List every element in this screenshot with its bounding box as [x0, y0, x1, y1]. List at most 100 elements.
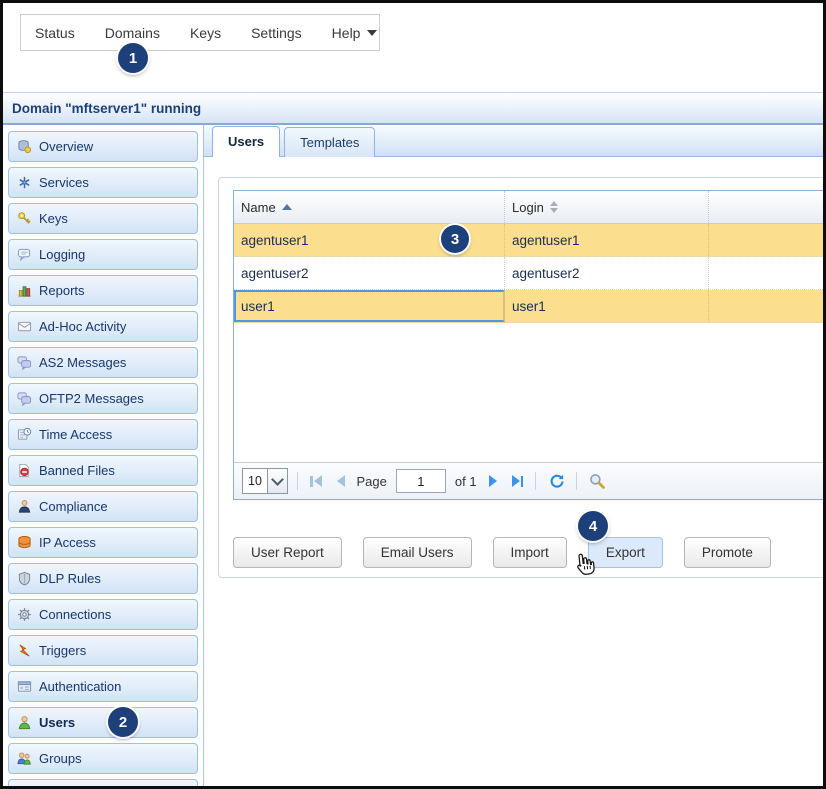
sidebar-item-overview[interactable]: Overview: [8, 131, 198, 162]
import-button[interactable]: Import: [493, 537, 567, 568]
sidebar-item-as2-messages[interactable]: AS2 Messages: [8, 347, 198, 378]
user-report-button[interactable]: User Report: [233, 537, 342, 568]
page-size-value: 10: [243, 469, 267, 493]
sidebar-item-ip-access[interactable]: IP Access: [8, 527, 198, 558]
column-header-login-label: Login: [512, 200, 544, 215]
cell-login: agentuser2: [505, 257, 709, 289]
table-row-agentuser1[interactable]: agentuser1agentuser1: [234, 224, 826, 257]
table-row-user1[interactable]: user1user1: [234, 290, 826, 323]
column-header-login[interactable]: Login: [505, 191, 709, 223]
chevron-down-icon: [367, 30, 377, 36]
sidebar-item-authentication[interactable]: Authentication: [8, 671, 198, 702]
sidebar-item-label: Reports: [39, 283, 85, 298]
sidebar-item-oftp2-messages[interactable]: OFTP2 Messages: [8, 383, 198, 414]
page-size-select[interactable]: 10: [242, 468, 288, 494]
sidebar-item-services[interactable]: Services: [8, 167, 198, 198]
sidebar-item-label: Logging: [39, 247, 85, 262]
card-icon: [16, 679, 32, 695]
sidebar-item-label: Compliance: [39, 499, 108, 514]
menu-item-label: Help: [332, 25, 361, 41]
bar-chart-icon: [16, 283, 32, 299]
sidebar-item-label: DLP Rules: [39, 571, 101, 586]
sidebar-item-label: OFTP2 Messages: [39, 391, 144, 406]
sidebar-item-label: Time Access: [39, 427, 112, 442]
domain-status-title: Domain "mftserver1" running: [12, 101, 201, 116]
key-icon: [16, 211, 32, 227]
sidebar-item-triggers[interactable]: Triggers: [8, 635, 198, 666]
sidebar-item-dlp-rules[interactable]: DLP Rules: [8, 563, 198, 594]
menu-item-label: Settings: [251, 25, 302, 41]
tab-templates[interactable]: Templates: [284, 127, 375, 157]
sidebar-item-compliance[interactable]: Compliance: [8, 491, 198, 522]
column-header-empty: [709, 191, 826, 223]
sidebar-item-label: Banned Files: [39, 463, 115, 478]
toolbar-separator: [297, 472, 298, 490]
top-menu-bar: Status Domains Keys Settings Help: [20, 14, 380, 51]
orange-database-icon: [16, 535, 32, 551]
refresh-icon[interactable]: [545, 470, 567, 492]
table-header-row: Name Login: [234, 191, 826, 224]
chat-bubbles-icon: [16, 355, 32, 371]
tab-users[interactable]: Users: [212, 126, 280, 157]
user-icon: [16, 715, 32, 731]
menu-item-help[interactable]: Help: [332, 25, 378, 41]
menu-item-status[interactable]: Status: [35, 25, 75, 41]
page-label: Page: [357, 474, 387, 489]
cell-empty: [709, 224, 826, 256]
callout-badge-4: 4: [578, 511, 608, 541]
hand-cursor-icon: [570, 550, 600, 587]
column-header-name[interactable]: Name: [234, 191, 505, 223]
next-page-button[interactable]: [486, 472, 500, 490]
shield-icon: [16, 571, 32, 587]
sidebar-item-time-access[interactable]: Time Access: [8, 419, 198, 450]
table-row-agentuser2[interactable]: agentuser2agentuser2: [234, 257, 826, 290]
sidebar-item-logging[interactable]: Logging: [8, 239, 198, 270]
toolbar-separator: [576, 472, 577, 490]
callout-badge-3: 3: [441, 225, 469, 253]
sort-both-icon: [550, 201, 558, 213]
sidebar-item-partial[interactable]: [8, 779, 198, 786]
sidebar-item-groups[interactable]: Groups: [8, 743, 198, 774]
chevron-down-icon: [267, 469, 287, 493]
last-page-button[interactable]: [509, 472, 527, 490]
page-count-label: of 1: [455, 474, 477, 489]
sidebar-item-label: Keys: [39, 211, 68, 226]
previous-page-button[interactable]: [334, 472, 348, 490]
gear-icon: [16, 607, 32, 623]
action-buttons-row: User Report Email Users Import Export Promot…: [233, 537, 771, 568]
pagination-toolbar: 10 Page of 1: [234, 462, 826, 499]
menu-item-label: Domains: [105, 25, 160, 41]
sidebar-item-banned-files[interactable]: Banned Files: [8, 455, 198, 486]
sidebar-item-label: Connections: [39, 607, 111, 622]
sidebar-item-label: Overview: [39, 139, 93, 154]
sidebar-item-users[interactable]: Users: [8, 707, 198, 738]
email-users-button[interactable]: Email Users: [363, 537, 472, 568]
cell-empty: [709, 290, 826, 322]
search-icon[interactable]: [586, 470, 608, 492]
sidebar-item-label: Ad-Hoc Activity: [39, 319, 126, 334]
sidebar-item-label: AS2 Messages: [39, 355, 126, 370]
menu-item-settings[interactable]: Settings: [251, 25, 302, 41]
sidebar-item-keys[interactable]: Keys: [8, 203, 198, 234]
callout-badge-2: 2: [108, 707, 138, 737]
sidebar-item-label: Services: [39, 175, 89, 190]
domain-status-header: Domain "mftserver1" running: [3, 92, 823, 125]
sidebar-item-reports[interactable]: Reports: [8, 275, 198, 306]
page-number-input[interactable]: [396, 469, 446, 493]
sidebar-item-connections[interactable]: Connections: [8, 599, 198, 630]
menu-item-keys[interactable]: Keys: [190, 25, 221, 41]
officer-icon: [16, 499, 32, 515]
lightning-icon: [16, 643, 32, 659]
sidebar-item-ad-hoc-activity[interactable]: Ad-Hoc Activity: [8, 311, 198, 342]
clock-document-icon: [16, 427, 32, 443]
menu-item-domains[interactable]: Domains: [105, 25, 160, 41]
callout-badge-1: 1: [118, 43, 148, 73]
first-page-button[interactable]: [307, 472, 325, 490]
cell-name: agentuser2: [234, 257, 505, 289]
table-empty-area: [234, 323, 826, 462]
envelope-icon: [16, 319, 32, 335]
promote-button[interactable]: Promote: [684, 537, 771, 568]
sidebar-item-label: Groups: [39, 751, 82, 766]
export-button[interactable]: Export: [588, 537, 663, 568]
sidebar-item-label: Triggers: [39, 643, 86, 658]
